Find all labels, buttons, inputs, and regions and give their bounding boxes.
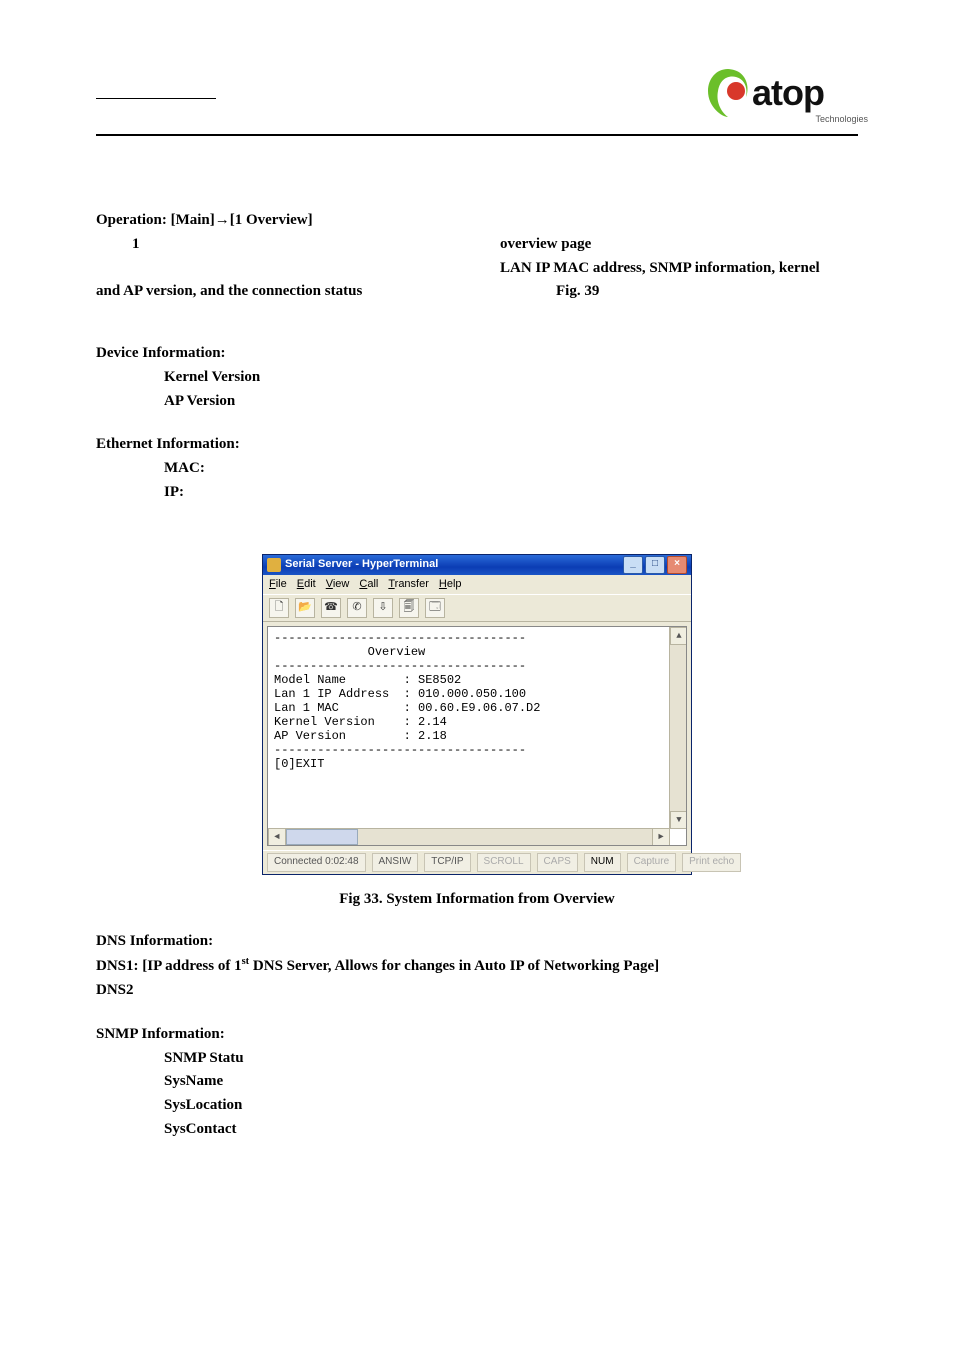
terminal-line: -----------------------------------: [274, 659, 526, 673]
snmp-statu-label: SNMP Statu: [96, 1048, 858, 1070]
status-connected: Connected 0:02:48: [267, 853, 366, 872]
device-info-heading: Device Information:: [96, 343, 858, 365]
scroll-thumb[interactable]: [286, 829, 358, 845]
overview-fig-ref: Fig. 39: [556, 281, 599, 303]
menu-transfer[interactable]: Transfer: [388, 577, 429, 593]
status-caps: CAPS: [537, 853, 578, 872]
header-short-rule: [96, 98, 216, 99]
dns-info-heading: DNS Information:: [96, 931, 858, 953]
snmp-syslocation-label: SysLocation: [96, 1095, 858, 1117]
status-printecho: Print echo: [682, 853, 741, 872]
toolbar-properties-icon[interactable]: 🗔: [425, 598, 445, 618]
dns2-line: DNS2: [96, 980, 858, 1002]
window-title: Serial Server - HyperTerminal: [285, 557, 438, 573]
snmp-info-heading: SNMP Information:: [96, 1024, 858, 1046]
overview-desc-left: and AP version, and the connection statu…: [96, 281, 556, 303]
menu-call[interactable]: Call: [359, 577, 378, 593]
ip-label: IP:: [96, 482, 858, 504]
vertical-scrollbar[interactable]: ▲ ▼: [669, 627, 686, 829]
mac-label: MAC:: [96, 458, 858, 480]
toolbar-connect-icon[interactable]: ☎: [321, 598, 341, 618]
terminal-line: -----------------------------------: [274, 743, 526, 757]
menu-help[interactable]: Help: [439, 577, 462, 593]
header-rule: [96, 134, 858, 136]
toolbar-receive-icon[interactable]: 🗐: [399, 598, 419, 618]
scroll-up-icon[interactable]: ▲: [670, 627, 687, 645]
terminal-line: AP Version : 2.18: [274, 729, 447, 743]
toolbar-send-icon[interactable]: ⇩: [373, 598, 393, 618]
scroll-left-icon[interactable]: ◄: [268, 828, 286, 846]
scroll-down-icon[interactable]: ▼: [670, 811, 687, 829]
status-scroll: SCROLL: [477, 853, 531, 872]
minimize-button[interactable]: _: [623, 556, 643, 574]
ap-version-label: AP Version: [96, 391, 858, 413]
terminal-line: Overview: [274, 645, 425, 659]
status-emulation: ANSIW: [372, 853, 419, 872]
logo-text: atop: [752, 75, 824, 111]
dns1-line: DNS1: [IP address of 1st DNS Server, All…: [96, 954, 858, 978]
window-titlebar: Serial Server - HyperTerminal _ □ ×: [263, 555, 691, 575]
status-num: NUM: [584, 853, 621, 872]
overview-desc-right: LAN IP MAC address, SNMP information, ke…: [500, 258, 820, 280]
hyperterminal-screenshot: Serial Server - HyperTerminal _ □ × File…: [262, 554, 692, 875]
horizontal-scrollbar[interactable]: ◄ ►: [268, 828, 670, 845]
terminal-line: -----------------------------------: [274, 631, 526, 645]
operation-line: Operation: [Main]→[1 Overview]: [96, 210, 858, 232]
snmp-sysname-label: SysName: [96, 1071, 858, 1093]
toolbar-new-icon[interactable]: 🗋: [269, 598, 289, 618]
menu-view[interactable]: View: [326, 577, 350, 593]
page-body: Operation: [Main]→[1 Overview] 1 overvie…: [96, 210, 858, 1141]
overview-page-label: overview page: [500, 234, 591, 256]
figure-caption: Fig 33. System Information from Overview: [96, 889, 858, 911]
terminal-area[interactable]: ----------------------------------- Over…: [267, 626, 687, 846]
menu-edit[interactable]: Edit: [297, 577, 316, 593]
snmp-syscontact-label: SysContact: [96, 1119, 858, 1141]
logo: atop Technologies: [698, 60, 868, 126]
close-button[interactable]: ×: [667, 556, 687, 574]
logo-mark-icon: [698, 63, 758, 123]
status-bar: Connected 0:02:48 ANSIW TCP/IP SCROLL CA…: [263, 850, 691, 874]
overview-num: 1: [96, 234, 500, 256]
terminal-line: Kernel Version : 2.14: [274, 715, 447, 729]
menu-file[interactable]: File: [269, 577, 287, 593]
toolbar-open-icon[interactable]: 📂: [295, 598, 315, 618]
toolbar: 🗋 📂 ☎ ✆ ⇩ 🗐 🗔: [263, 594, 691, 622]
terminal-line: Model Name : SE8502: [274, 673, 461, 687]
page-header: atop Technologies: [96, 60, 858, 140]
ethernet-info-heading: Ethernet Information:: [96, 434, 858, 456]
app-icon: [267, 558, 281, 572]
scroll-right-icon[interactable]: ►: [652, 828, 670, 846]
menu-bar: File Edit View Call Transfer Help: [263, 575, 691, 595]
kernel-version-label: Kernel Version: [96, 367, 858, 389]
terminal-line: [0]EXIT: [274, 757, 324, 771]
terminal-line: Lan 1 MAC : 00.60.E9.06.07.D2: [274, 701, 540, 715]
status-protocol: TCP/IP: [424, 853, 470, 872]
status-capture: Capture: [627, 853, 677, 872]
logo-subtext: Technologies: [815, 114, 868, 124]
terminal-line: Lan 1 IP Address : 010.000.050.100: [274, 687, 526, 701]
toolbar-disconnect-icon[interactable]: ✆: [347, 598, 367, 618]
maximize-button[interactable]: □: [645, 556, 665, 574]
